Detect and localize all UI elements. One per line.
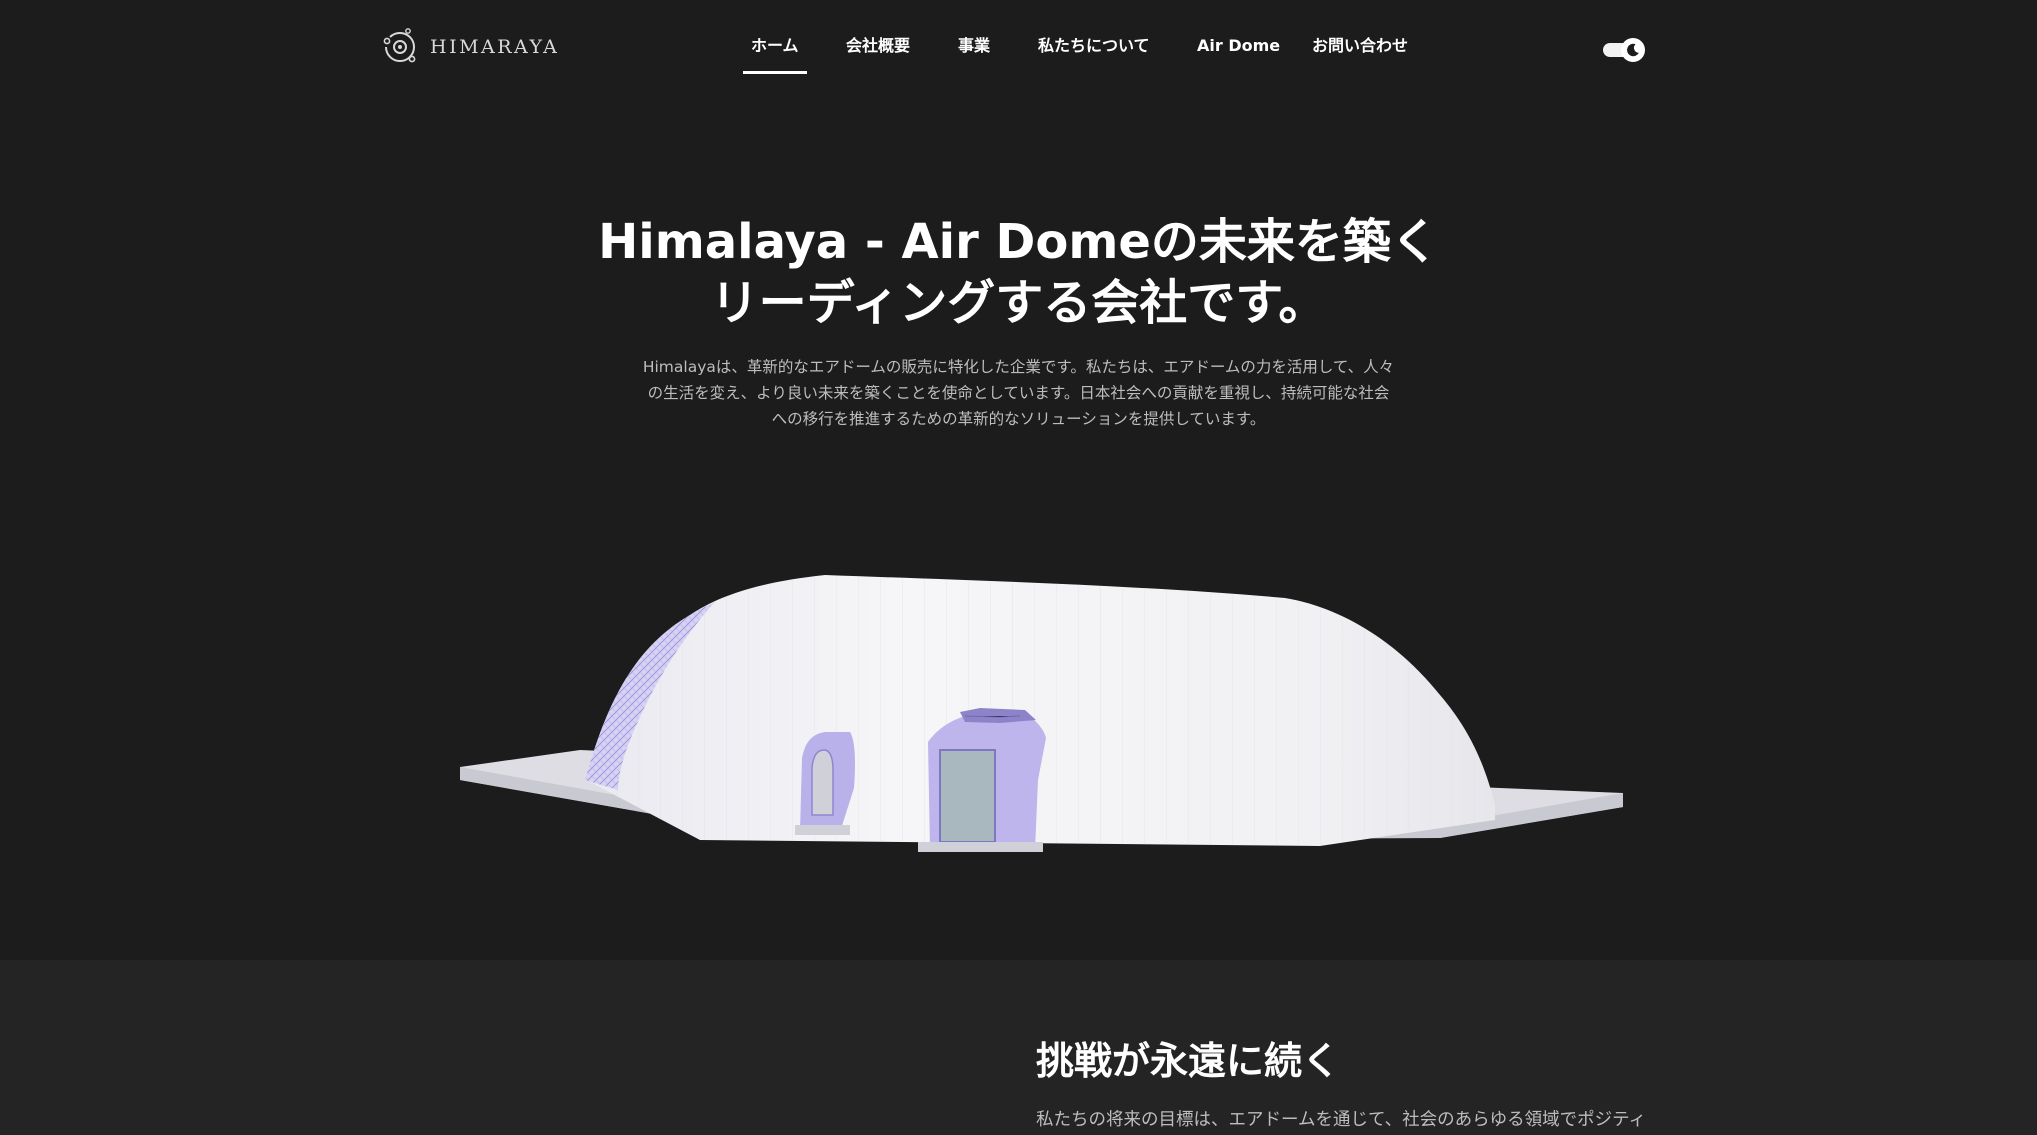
hero-description: Himalayaは、革新的なエアドームの販売に特化した企業です。私たちは、エアド… [642,358,1395,428]
nav-item-about-us[interactable]: 私たちについて [1038,35,1150,57]
section-title: 挑戦が永遠に続く [1036,1039,1341,1083]
hero-title: Himalaya - Air Domeの未来を築く リーディングする会社です。 [0,212,2037,334]
air-dome-illustration [460,575,1623,852]
nav-item-home[interactable]: ホーム [743,35,806,74]
hero-title-line1: Himalaya - Air Domeの未来を築く [598,214,1439,270]
nav-item-air-dome[interactable]: Air Dome [1197,35,1280,57]
page: HIMARAYA ホーム 会社概要 事業 私たちについて Air Dome お問… [0,0,2037,1135]
dome-body [585,575,1495,846]
section-text: 私たちの将来の目標は、エアドームを通じて、社会のあらゆる領域でポジティ [1036,1110,1647,1130]
moon-icon [1627,43,1639,57]
site-header: HIMARAYA ホーム 会社概要 事業 私たちについて Air Dome お問… [0,0,2037,92]
nav-item-business[interactable]: 事業 [958,35,990,57]
hero-title-line2: リーディングする会社です。 [710,275,1327,331]
nav-item-company-overview[interactable]: 会社概要 [846,35,910,57]
nav-item-contact[interactable]: お問い合わせ [1312,35,1408,57]
main-nav: ホーム 会社概要 事業 私たちについて Air Dome お問い合わせ [0,0,2037,92]
toggle-knob [1621,38,1645,62]
theme-toggle[interactable] [1603,38,1645,62]
challenge-section: 挑戦が永遠に続く 私たちの将来の目標は、エアドームを通じて、社会のあらゆる領域で… [0,960,2037,1135]
